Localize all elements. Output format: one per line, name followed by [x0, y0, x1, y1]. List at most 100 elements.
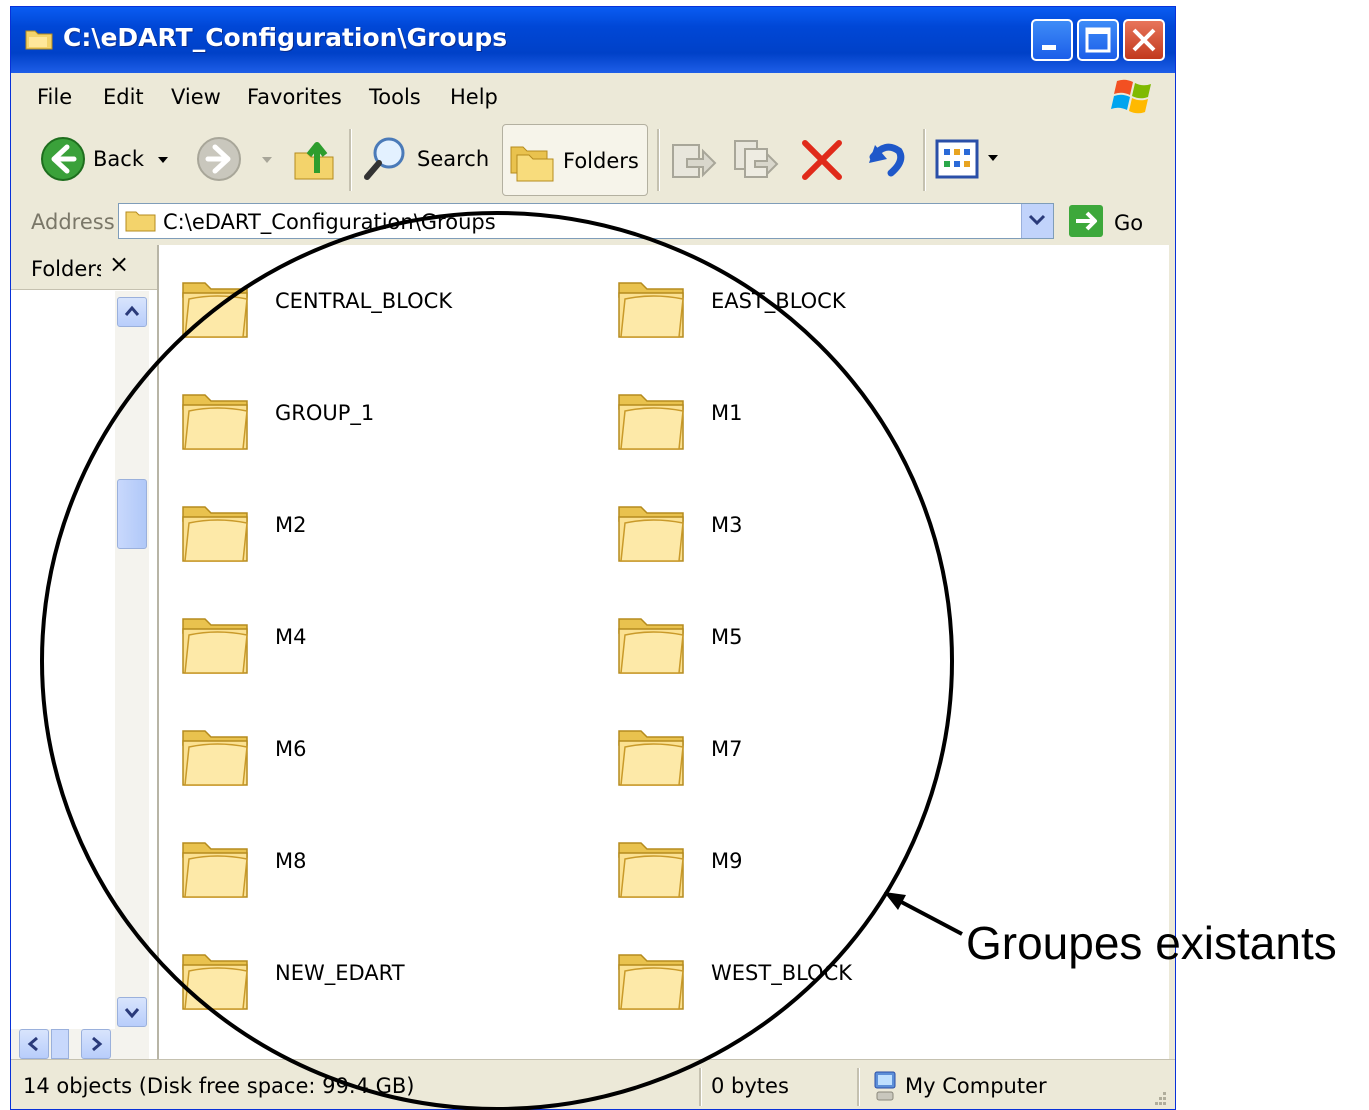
chevron-down-icon — [262, 157, 272, 163]
minimize-icon — [1042, 45, 1056, 50]
folder-icon — [182, 954, 248, 1010]
folder-item[interactable]: M8 — [159, 831, 579, 921]
maximize-icon — [1085, 27, 1111, 53]
go-button[interactable] — [1069, 205, 1103, 237]
folders-pane-close-icon[interactable]: × — [109, 250, 129, 278]
views-grid-icon — [935, 139, 979, 179]
folder-item[interactable]: GROUP_1 — [159, 383, 579, 473]
menu-view[interactable]: View — [171, 85, 221, 109]
folder-label: CENTRAL_BLOCK — [275, 289, 453, 313]
folder-icon — [618, 506, 684, 562]
folder-item[interactable]: M7 — [595, 719, 1015, 809]
windows-logo-icon — [1111, 79, 1151, 114]
folder-window-icon — [25, 30, 53, 50]
status-separator — [857, 1068, 860, 1106]
delete-icon[interactable] — [797, 135, 847, 185]
folder-label: WEST_BLOCK — [711, 961, 853, 985]
go-label[interactable]: Go — [1114, 211, 1143, 235]
up-folder-icon[interactable] — [291, 133, 339, 185]
maximize-button[interactable] — [1077, 19, 1119, 61]
folder-item[interactable]: WEST_BLOCK — [595, 943, 1015, 1033]
folder-icon — [618, 730, 684, 786]
menu-file[interactable]: File — [37, 85, 72, 109]
copy-to-icon[interactable] — [731, 135, 781, 185]
folder-item[interactable]: M9 — [595, 831, 1015, 921]
close-button[interactable] — [1123, 19, 1165, 61]
folders-pane-header: Folders × — [11, 245, 157, 290]
chevron-down-icon — [158, 157, 168, 163]
folders-label: Folders — [563, 149, 639, 173]
folder-icon — [618, 618, 684, 674]
back-arrow-icon — [41, 137, 85, 181]
folder-label: M8 — [275, 849, 307, 873]
toolbar-separator — [349, 129, 352, 191]
toolbar: Back Search Folders — [11, 119, 1175, 200]
menu-help[interactable]: Help — [450, 85, 498, 109]
chevron-down-icon — [988, 155, 998, 161]
chevron-right-icon — [92, 1036, 103, 1052]
my-computer-icon — [874, 1071, 896, 1101]
folders-button[interactable]: Folders — [502, 124, 648, 196]
toolbar-separator — [923, 129, 926, 191]
folder-icon — [182, 394, 248, 450]
folder-item[interactable]: EAST_BLOCK — [595, 271, 1015, 361]
folder-label: M7 — [711, 737, 743, 761]
undo-icon[interactable] — [861, 133, 911, 183]
scroll-thumb[interactable] — [117, 479, 147, 549]
views-button[interactable] — [935, 139, 1005, 183]
move-to-icon[interactable] — [667, 135, 717, 185]
folder-item[interactable]: M1 — [595, 383, 1015, 473]
folder-item[interactable]: M3 — [595, 495, 1015, 585]
title-bar[interactable]: C:\eDART_Configuration\Groups — [11, 7, 1175, 73]
chevron-left-icon — [27, 1036, 38, 1052]
minimize-button[interactable] — [1031, 19, 1073, 61]
folder-item[interactable]: M5 — [595, 607, 1015, 697]
forward-arrow-icon — [197, 137, 241, 181]
folder-icon — [618, 954, 684, 1010]
folder-item[interactable]: CENTRAL_BLOCK — [159, 271, 579, 361]
forward-button[interactable] — [191, 133, 275, 185]
folder-item[interactable]: M4 — [159, 607, 579, 697]
folders-pane: Folders × — [11, 245, 159, 1059]
folder-label: M9 — [711, 849, 743, 873]
toolbar-separator — [657, 129, 660, 191]
address-dropdown-button[interactable] — [1021, 204, 1053, 238]
chevron-down-icon — [124, 1008, 140, 1019]
folder-icon — [125, 211, 156, 232]
status-separator — [699, 1068, 702, 1106]
address-input[interactable]: C:\eDART_Configuration\Groups — [118, 203, 1054, 239]
folder-label: NEW_EDART — [275, 961, 405, 985]
folder-item[interactable]: M2 — [159, 495, 579, 585]
folder-label: EAST_BLOCK — [711, 289, 846, 313]
close-icon — [1132, 28, 1156, 52]
address-bar: Address C:\eDART_Configuration\Groups Go — [11, 199, 1175, 245]
annotation-label: Groupes existants — [966, 917, 1337, 969]
resize-grip-icon[interactable] — [1149, 1088, 1169, 1108]
folder-icon — [182, 842, 248, 898]
menu-tools[interactable]: Tools — [369, 85, 421, 109]
folder-label: M5 — [711, 625, 743, 649]
chevron-down-icon — [1028, 214, 1046, 226]
menu-favorites[interactable]: Favorites — [247, 85, 342, 109]
vertical-scrollbar[interactable] — [115, 291, 149, 1029]
folder-item[interactable]: NEW_EDART — [159, 943, 579, 1033]
folder-label: M3 — [711, 513, 743, 537]
window-title: C:\eDART_Configuration\Groups — [63, 23, 508, 52]
folder-icon — [618, 394, 684, 450]
scroll-right-button[interactable] — [81, 1029, 111, 1059]
folder-label: GROUP_1 — [275, 401, 375, 425]
horizontal-scrollbar[interactable] — [11, 1029, 149, 1059]
search-button[interactable]: Search — [361, 131, 491, 187]
address-value: C:\eDART_Configuration\Groups — [163, 210, 496, 234]
folder-icon — [618, 842, 684, 898]
scroll-up-button[interactable] — [117, 297, 147, 327]
back-button[interactable]: Back — [35, 133, 175, 185]
horizontal-scroll-thumb[interactable] — [51, 1029, 69, 1059]
go-arrow-icon — [1076, 211, 1097, 231]
menu-edit[interactable]: Edit — [103, 85, 144, 109]
search-icon — [364, 137, 405, 180]
folder-item[interactable]: M6 — [159, 719, 579, 809]
search-label: Search — [417, 147, 490, 171]
scroll-down-button[interactable] — [117, 997, 147, 1027]
scroll-left-button[interactable] — [19, 1029, 49, 1059]
